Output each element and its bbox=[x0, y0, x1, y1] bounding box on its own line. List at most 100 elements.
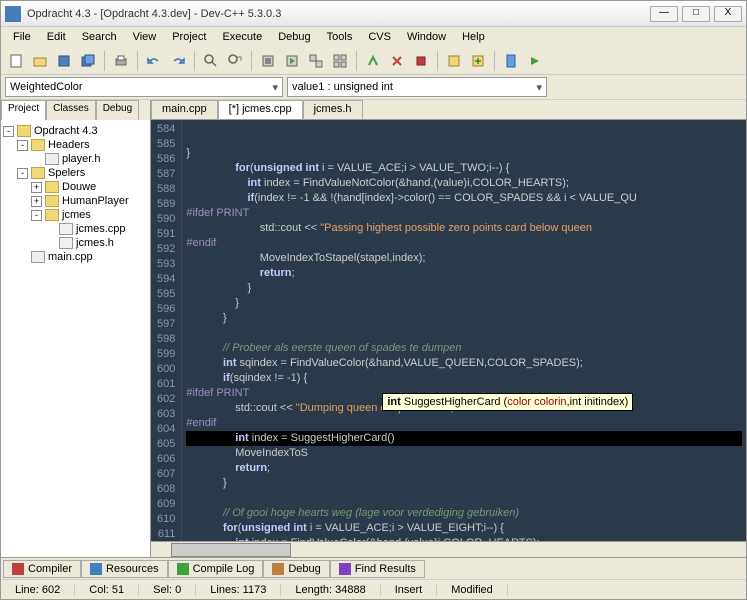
code-line[interactable]: int index = SuggestHigherCard() bbox=[186, 431, 742, 446]
tree-node[interactable]: -Headers bbox=[3, 138, 148, 152]
compile-icon[interactable] bbox=[257, 50, 279, 72]
tree-label: jcmes bbox=[62, 209, 91, 221]
save-all-icon[interactable] bbox=[77, 50, 99, 72]
code-line[interactable]: } bbox=[186, 296, 742, 311]
code-line[interactable]: if(sqindex != -1) { bbox=[186, 371, 742, 386]
tree-node[interactable]: +HumanPlayer bbox=[3, 194, 148, 208]
titlebar: Opdracht 4.3 - [Opdracht 4.3.dev] - Dev-… bbox=[1, 1, 746, 27]
sidebar-tab-debug[interactable]: Debug bbox=[96, 100, 139, 120]
goto-icon[interactable] bbox=[524, 50, 546, 72]
code-line[interactable]: MoveIndexToStapel(stapel,index); bbox=[186, 251, 742, 266]
menu-tools[interactable]: Tools bbox=[319, 29, 361, 45]
code-line[interactable]: // Probeer als eerste queen of spades te… bbox=[186, 341, 742, 356]
new-class-icon[interactable] bbox=[443, 50, 465, 72]
redo-icon[interactable] bbox=[167, 50, 189, 72]
menu-search[interactable]: Search bbox=[74, 29, 125, 45]
code-line[interactable]: #ifdef PRINT bbox=[186, 206, 742, 221]
expand-icon[interactable]: - bbox=[17, 168, 28, 179]
expand-icon[interactable]: + bbox=[31, 196, 42, 207]
code-line[interactable]: #endif bbox=[186, 236, 742, 251]
menu-help[interactable]: Help bbox=[454, 29, 493, 45]
editor-tab[interactable]: [*] jcmes.cpp bbox=[218, 100, 303, 119]
tree-node[interactable]: jcmes.h bbox=[3, 236, 148, 250]
class-browser-bar: WeightedColor value1 : unsigned int bbox=[1, 75, 746, 99]
code-line[interactable]: for(unsigned int i = VALUE_ACE;i > VALUE… bbox=[186, 161, 742, 176]
code-line[interactable]: if(index != -1 && !(hand[index]->color()… bbox=[186, 191, 742, 206]
menu-project[interactable]: Project bbox=[164, 29, 214, 45]
scroll-thumb[interactable] bbox=[171, 543, 291, 557]
code-line[interactable]: #endif bbox=[186, 416, 742, 431]
menu-edit[interactable]: Edit bbox=[39, 29, 74, 45]
undo-icon[interactable] bbox=[143, 50, 165, 72]
find-icon[interactable] bbox=[200, 50, 222, 72]
code-line[interactable]: int sqindex = FindValueColor(&hand,VALUE… bbox=[186, 356, 742, 371]
open-icon[interactable] bbox=[29, 50, 51, 72]
code-line[interactable]: return; bbox=[186, 266, 742, 281]
compile-run-icon[interactable] bbox=[305, 50, 327, 72]
code-line[interactable] bbox=[186, 491, 742, 506]
code-line[interactable]: MoveIndexToS bbox=[186, 446, 742, 461]
run-icon[interactable] bbox=[281, 50, 303, 72]
tree-node[interactable]: - jcmes bbox=[3, 208, 148, 222]
line-number: 592 bbox=[157, 242, 175, 257]
bottom-tab-find-results[interactable]: Find Results bbox=[330, 560, 425, 578]
menu-view[interactable]: View bbox=[125, 29, 165, 45]
code-line[interactable]: std::cout << "Passing highest possible z… bbox=[186, 221, 742, 236]
code-line[interactable]: return; bbox=[186, 461, 742, 476]
close-button[interactable]: X bbox=[714, 6, 742, 22]
tab-icon bbox=[272, 563, 284, 575]
code-line[interactable]: for(unsigned int i = VALUE_ACE;i > VALUE… bbox=[186, 521, 742, 536]
editor-tab[interactable]: jcmes.h bbox=[303, 100, 363, 119]
code-line[interactable]: } bbox=[186, 146, 742, 161]
tree-node[interactable]: -Opdracht 4.3 bbox=[3, 124, 148, 138]
tree-node[interactable]: +Douwe bbox=[3, 180, 148, 194]
menu-execute[interactable]: Execute bbox=[214, 29, 270, 45]
menu-debug[interactable]: Debug bbox=[270, 29, 318, 45]
sidebar-tab-project[interactable]: Project bbox=[1, 100, 46, 120]
horizontal-scrollbar[interactable] bbox=[151, 541, 746, 557]
menu-window[interactable]: Window bbox=[399, 29, 454, 45]
expand-icon[interactable]: - bbox=[31, 210, 42, 221]
bottom-tab-debug[interactable]: Debug bbox=[263, 560, 329, 578]
replace-icon[interactable] bbox=[224, 50, 246, 72]
expand-icon[interactable]: - bbox=[3, 126, 14, 137]
code-editor[interactable]: 5845855865875885895905915925935945955965… bbox=[151, 120, 746, 541]
rebuild-icon[interactable] bbox=[329, 50, 351, 72]
class-combo[interactable]: WeightedColor bbox=[5, 77, 283, 97]
bookmark-icon[interactable] bbox=[500, 50, 522, 72]
tree-node[interactable]: player.h bbox=[3, 152, 148, 166]
tree-node[interactable]: main.cpp bbox=[3, 250, 148, 264]
insert-icon[interactable] bbox=[467, 50, 489, 72]
member-combo[interactable]: value1 : unsigned int bbox=[287, 77, 547, 97]
debug-icon[interactable] bbox=[362, 50, 384, 72]
code-line[interactable]: // Of gooi hoge hearts weg (lage voor ve… bbox=[186, 506, 742, 521]
editor-tab[interactable]: main.cpp bbox=[151, 100, 218, 119]
code-line[interactable]: } bbox=[186, 281, 742, 296]
menu-cvs[interactable]: CVS bbox=[360, 29, 399, 45]
profile-icon[interactable] bbox=[410, 50, 432, 72]
code-line[interactable]: int index = FindValueColor(&hand,(value)… bbox=[186, 536, 742, 541]
bottom-tab-compile-log[interactable]: Compile Log bbox=[168, 560, 264, 578]
bottom-tab-resources[interactable]: Resources bbox=[81, 560, 168, 578]
expand-icon[interactable]: + bbox=[31, 182, 42, 193]
maximize-button[interactable]: □ bbox=[682, 6, 710, 22]
stop-icon[interactable] bbox=[386, 50, 408, 72]
new-file-icon[interactable] bbox=[5, 50, 27, 72]
code-line[interactable]: int index = FindValueNotColor(&hand,(val… bbox=[186, 176, 742, 191]
save-icon[interactable] bbox=[53, 50, 75, 72]
expand-icon[interactable]: - bbox=[17, 140, 28, 151]
status-line: Line: 602 bbox=[1, 584, 75, 596]
folder-icon bbox=[45, 195, 59, 207]
print-icon[interactable] bbox=[110, 50, 132, 72]
code-line[interactable] bbox=[186, 326, 742, 341]
tree-node[interactable]: jcmes.cpp bbox=[3, 222, 148, 236]
code-line[interactable]: } bbox=[186, 311, 742, 326]
code-line[interactable]: } bbox=[186, 476, 742, 491]
tree-node[interactable]: -Spelers bbox=[3, 166, 148, 180]
code-lines[interactable]: } for(unsigned int i = VALUE_ACE;i > VAL… bbox=[182, 120, 746, 541]
minimize-button[interactable]: — bbox=[650, 6, 678, 22]
sidebar-tab-classes[interactable]: Classes bbox=[46, 100, 96, 120]
file-icon bbox=[31, 251, 45, 263]
menu-file[interactable]: File bbox=[5, 29, 39, 45]
bottom-tab-compiler[interactable]: Compiler bbox=[3, 560, 81, 578]
